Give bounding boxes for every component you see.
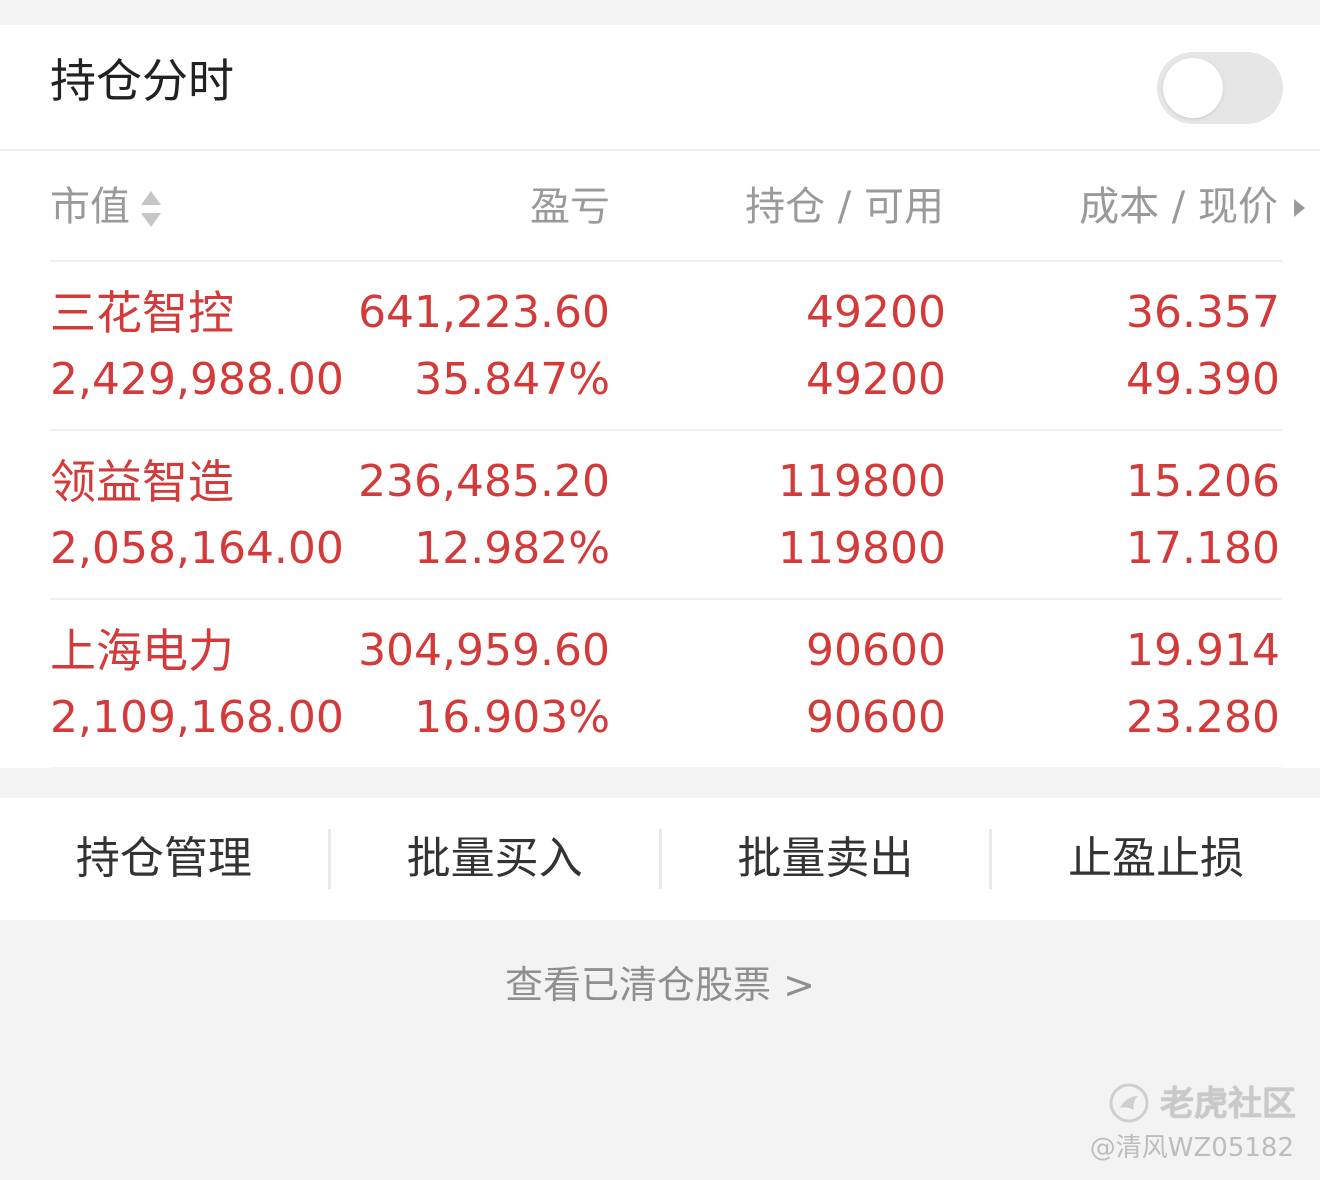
stock-name: 三花智控 — [50, 286, 234, 340]
view-cleared-stocks-link[interactable]: 查看已清仓股票 > — [0, 960, 1320, 1010]
available-qty: 49200 — [806, 354, 946, 405]
tiger-logo-icon — [1109, 1083, 1149, 1123]
position-qty: 90600 — [806, 625, 946, 676]
watermark-user: @清风WZ05182 — [1089, 1133, 1294, 1163]
top-gap — [0, 0, 1320, 25]
pnl-amount: 304,959.60 — [358, 625, 610, 676]
manage-holdings-button[interactable]: 持仓管理 — [0, 829, 328, 889]
market-value: 2,109,168.00 — [50, 692, 344, 743]
position-qty: 49200 — [806, 287, 946, 338]
column-market-value[interactable]: 市值 — [50, 181, 130, 233]
holding-row[interactable]: 三花智控 2,429,988.00 641,223.60 35.847% 492… — [50, 262, 1282, 431]
available-qty: 119800 — [778, 523, 946, 574]
chevron-right-icon[interactable] — [1292, 197, 1306, 219]
sort-arrows-icon[interactable] — [140, 189, 162, 229]
column-cost-price: 成本 / 现价 — [1079, 184, 1278, 230]
pnl-percent: 16.903% — [414, 692, 610, 743]
action-bar: 持仓管理 批量买入 批量卖出 止盈止损 — [0, 798, 1320, 920]
cost-price: 15.206 — [1126, 456, 1280, 507]
available-qty: 90600 — [806, 692, 946, 743]
holding-intraday-toggle[interactable] — [1157, 52, 1283, 124]
watermark-brand: 老虎社区 — [1160, 1084, 1296, 1124]
pnl-amount: 236,485.20 — [358, 456, 610, 507]
batch-sell-button[interactable]: 批量卖出 — [662, 829, 990, 889]
section-gap — [0, 768, 1320, 798]
position-qty: 119800 — [778, 456, 946, 507]
pnl-percent: 12.982% — [414, 523, 610, 574]
market-value: 2,058,164.00 — [50, 523, 344, 574]
column-position-available: 持仓 / 可用 — [745, 184, 944, 230]
batch-buy-button[interactable]: 批量买入 — [331, 829, 659, 889]
holding-row[interactable]: 领益智造 2,058,164.00 236,485.20 12.982% 119… — [50, 431, 1282, 600]
market-value: 2,429,988.00 — [50, 354, 344, 405]
cost-price: 19.914 — [1126, 625, 1280, 676]
stock-name: 领益智造 — [50, 455, 234, 509]
holding-row[interactable]: 上海电力 2,109,168.00 304,959.60 16.903% 906… — [50, 600, 1282, 769]
pnl-percent: 35.847% — [414, 354, 610, 405]
page-title: 持仓分时 — [50, 54, 234, 108]
holdings-card: 持仓分时 市值 盈亏 持仓 / 可用 成本 / 现价 三花智控 2,429,98… — [0, 25, 1320, 769]
pnl-amount: 641,223.60 — [358, 287, 610, 338]
current-price: 49.390 — [1126, 354, 1280, 405]
stock-name: 上海电力 — [50, 624, 234, 678]
cost-price: 36.357 — [1126, 287, 1280, 338]
current-price: 17.180 — [1126, 523, 1280, 574]
stop-profit-loss-button[interactable]: 止盈止损 — [992, 829, 1320, 889]
table-header: 市值 盈亏 持仓 / 可用 成本 / 现价 — [50, 151, 1305, 262]
title-bar: 持仓分时 — [0, 25, 1320, 151]
column-pnl: 盈亏 — [530, 184, 610, 230]
toggle-knob — [1163, 58, 1223, 118]
current-price: 23.280 — [1126, 692, 1280, 743]
